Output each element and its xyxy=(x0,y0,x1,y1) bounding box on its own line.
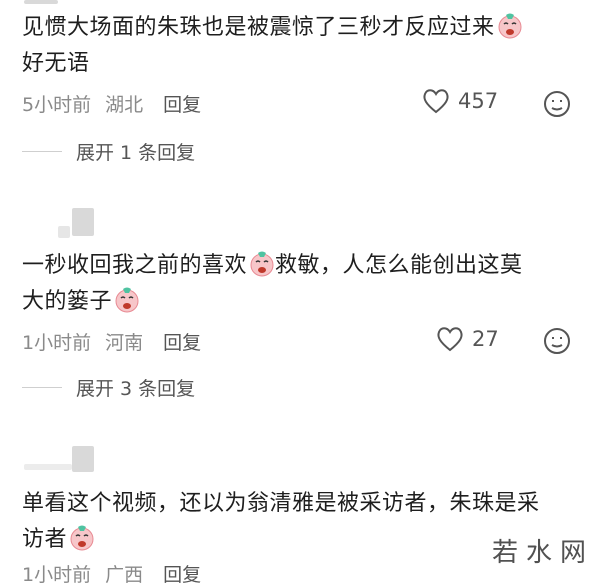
blurred-username xyxy=(72,208,94,236)
heart-icon xyxy=(437,327,463,352)
comment-emoji-icon[interactable] xyxy=(543,90,571,118)
comment-location: 广西 xyxy=(105,564,144,586)
comment-3-line-2: 访者 xyxy=(22,527,68,552)
divider-line xyxy=(22,151,62,152)
comment-emoji-icon[interactable] xyxy=(543,327,571,355)
like-button[interactable]: 457 xyxy=(422,88,498,114)
crying-face-emoji-icon xyxy=(115,287,139,313)
divider-line xyxy=(22,387,62,388)
comment-1-text: 见惯大场面的朱珠也是被震惊了三秒才反应过来 好无语 xyxy=(22,10,523,82)
reply-button[interactable]: 回复 xyxy=(163,90,201,117)
comment-3-line-1: 单看这个视频，还以为翁清雅是被采访者，朱珠是采 xyxy=(22,491,540,516)
blurred-username xyxy=(58,226,70,238)
comment-time: 1小时前 xyxy=(22,564,92,586)
expand-label: 展开 3 条回复 xyxy=(76,378,196,400)
comment-2-text: 一秒收回我之前的喜欢 救敏，人怎么能创出这莫 大的篓子 xyxy=(22,248,523,320)
expand-replies-button[interactable]: 展开 1 条回复 xyxy=(22,138,195,165)
comment-1-line-2: 好无语 xyxy=(22,51,90,76)
heart-icon xyxy=(423,89,449,114)
comment-1-meta: 5小时前 湖北 回复 xyxy=(22,90,201,117)
comment-location: 湖北 xyxy=(105,94,144,116)
comment-location: 河南 xyxy=(105,332,144,354)
crying-face-emoji-icon xyxy=(250,251,274,277)
blurred-username xyxy=(24,464,72,470)
expand-label: 展开 1 条回复 xyxy=(76,142,196,164)
comment-2-line-2: 救敏，人怎么能创出这莫 xyxy=(275,253,523,278)
comment-1-line-1: 见惯大场面的朱珠也是被震惊了三秒才反应过来 xyxy=(22,15,495,40)
crying-face-emoji-icon xyxy=(70,525,94,551)
watermark: 若水网 xyxy=(492,538,595,568)
like-count: 27 xyxy=(472,327,499,351)
clipped-username xyxy=(24,0,58,4)
comment-3-meta: 1小时前 广西 回复 xyxy=(22,560,201,587)
reply-button[interactable]: 回复 xyxy=(163,328,201,355)
comment-time: 5小时前 xyxy=(22,94,92,116)
like-button[interactable]: 27 xyxy=(436,326,499,352)
comment-2-line-3: 大的篓子 xyxy=(22,289,113,314)
like-count: 457 xyxy=(458,89,499,113)
crying-face-emoji-icon xyxy=(498,13,522,39)
comment-time: 1小时前 xyxy=(22,332,92,354)
comment-2-line-1: 一秒收回我之前的喜欢 xyxy=(22,253,248,278)
comment-3-text: 单看这个视频，还以为翁清雅是被采访者，朱珠是采 访者 xyxy=(22,486,540,558)
reply-button[interactable]: 回复 xyxy=(163,560,201,587)
expand-replies-button[interactable]: 展开 3 条回复 xyxy=(22,374,195,401)
blurred-username xyxy=(72,446,94,472)
comment-2-meta: 1小时前 河南 回复 xyxy=(22,328,201,355)
